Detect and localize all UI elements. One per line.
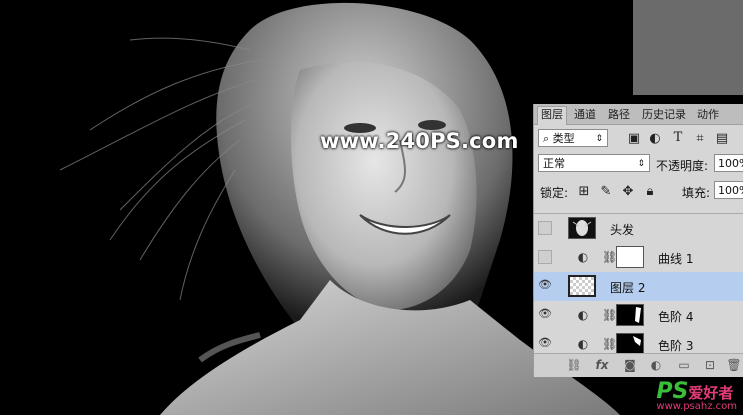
watermark-text: www.240PS.com [320, 129, 519, 153]
adjustment-icon: ◐ [577, 337, 589, 351]
layers-panel[interactable]: 图层 通道 路径 历史记录 动作 ⌕ 类型 ⇕ ▣ ◐ T ⌗ ▤ 正常 ⇕ 不… [533, 104, 743, 377]
link-layers-icon[interactable]: ⛓ [566, 358, 582, 372]
tab-paths[interactable]: 路径 [605, 107, 633, 123]
mask-thumbnail[interactable] [616, 333, 644, 354]
link-icon: ⛓ [602, 250, 618, 264]
trash-icon[interactable]: 🗑︎ [726, 358, 742, 372]
site-logo: PS爱好者 www.psahz.com [656, 379, 737, 412]
smartobject-filter-icon[interactable]: ▤ [714, 131, 730, 146]
lock-label: 锁定: [540, 186, 569, 200]
layer-thumbnail [568, 217, 596, 239]
filter-select[interactable]: ⌕ 类型 ⇕ [538, 129, 608, 147]
opacity-label: 不透明度: [656, 159, 709, 173]
layer-name: 曲线 1 [658, 252, 694, 266]
layer-row-hair[interactable]: 头发 [534, 214, 743, 244]
layer-name: 图层 2 [610, 281, 646, 295]
filter-row: ⌕ 类型 ⇕ ▣ ◐ T ⌗ ▤ [534, 126, 743, 150]
new-group-icon[interactable]: ▭ [676, 358, 692, 372]
type-filter-icon[interactable]: T [670, 130, 686, 145]
canvas-background-gray [633, 0, 743, 95]
link-icon: ⛓ [602, 337, 618, 351]
tab-history[interactable]: 历史记录 [639, 107, 689, 123]
blend-mode-value: 正常 [543, 157, 565, 170]
layer-name: 色阶 4 [658, 310, 694, 324]
image-filter-icon[interactable]: ▣ [626, 131, 642, 146]
link-icon: ⛓ [602, 308, 618, 322]
visibility-toggle[interactable] [538, 221, 552, 235]
shape-filter-icon[interactable]: ⌗ [692, 131, 708, 146]
site-logo-cn: 爱好者 [688, 384, 734, 402]
fill-input[interactable]: 100% [714, 181, 743, 199]
search-icon: ⌕ [543, 132, 553, 145]
filter-select-value: 类型 [552, 132, 575, 145]
site-logo-url: www.psahz.com [656, 401, 737, 412]
tab-actions[interactable]: 动作 [694, 107, 722, 123]
mask-thumbnail[interactable] [616, 246, 644, 268]
eye-icon[interactable]: 👁︎ [538, 337, 552, 351]
new-adjustment-icon[interactable]: ◐ [648, 358, 664, 372]
lock-position-icon[interactable]: ✥ [620, 184, 636, 199]
layer-row-levels4[interactable]: 👁︎ ◐ ⛓ 色阶 4 [534, 301, 743, 331]
lock-all-icon[interactable]: 🔒︎ [642, 184, 658, 199]
tab-channels[interactable]: 通道 [571, 107, 599, 123]
tab-layers[interactable]: 图层 [537, 106, 567, 125]
lock-transparent-icon[interactable]: ⊞ [576, 184, 592, 199]
updown-icon: ⇕ [637, 159, 645, 169]
layers-list: 头发 ◐ ⛓ 曲线 1 👁︎ 图层 2 👁︎ ◐ ⛓ 色阶 4 👁︎ ◐ ⛓ 色… [534, 213, 743, 354]
new-layer-icon[interactable]: ⊡ [702, 358, 718, 372]
lock-row: 锁定: ⊞ ✎ ✥ 🔒︎ 填充: 100% [534, 179, 743, 203]
blend-mode-select[interactable]: 正常 ⇕ [538, 154, 650, 172]
panel-tabs: 图层 通道 路径 历史记录 动作 [534, 104, 743, 125]
lock-brush-icon[interactable]: ✎ [598, 184, 614, 199]
fill-label: 填充: [682, 186, 711, 200]
layer-row-curves[interactable]: ◐ ⛓ 曲线 1 [534, 243, 743, 273]
layer-thumbnail [568, 275, 596, 297]
layer-row-levels3[interactable]: 👁︎ ◐ ⛓ 色阶 3 [534, 330, 743, 354]
eye-icon[interactable]: 👁︎ [538, 308, 552, 322]
layer-name: 色阶 3 [658, 339, 694, 353]
fx-icon[interactable]: fx [594, 358, 610, 372]
mask-thumbnail[interactable] [616, 304, 644, 326]
layer-name: 头发 [610, 223, 635, 237]
layer-row-layer2[interactable]: 👁︎ 图层 2 [534, 272, 743, 302]
adjustment-icon: ◐ [577, 250, 589, 264]
opacity-input[interactable]: 100% [714, 154, 743, 172]
visibility-toggle[interactable] [538, 250, 552, 264]
panel-bottom-toolbar: ⛓ fx ◙ ◐ ▭ ⊡ 🗑︎ [534, 353, 743, 377]
blend-row: 正常 ⇕ 不透明度: 100% [534, 151, 743, 175]
updown-icon: ⇕ [595, 134, 603, 144]
add-mask-icon[interactable]: ◙ [622, 358, 638, 372]
adjustment-filter-icon[interactable]: ◐ [647, 131, 663, 146]
adjustment-icon: ◐ [577, 308, 589, 322]
eye-icon[interactable]: 👁︎ [538, 279, 552, 293]
